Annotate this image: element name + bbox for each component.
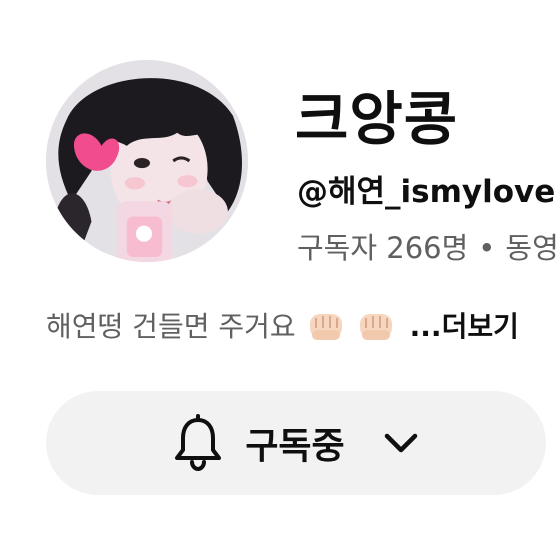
more-link[interactable]: ...더보기: [410, 305, 519, 345]
subscriber-count: 구독자 266명: [297, 231, 469, 265]
channel-handle: @해연_ismylove: [297, 174, 556, 210]
bell-icon: [171, 414, 225, 472]
channel-header: 크앙콩 @해연_ismylove 구독자 266명 • 동영 해연떵 건들면 주거요…: [0, 0, 560, 560]
channel-stats: 구독자 266명 • 동영: [297, 225, 559, 267]
subscribed-button[interactable]: 구독중: [46, 391, 546, 495]
fist-emoji-icon: [306, 308, 346, 342]
avatar[interactable]: [46, 60, 248, 262]
channel-name: 크앙콩: [295, 85, 459, 153]
avatar-photo: [46, 60, 248, 262]
stats-separator: •: [478, 231, 496, 265]
channel-description[interactable]: 해연떵 건들면 주거요 ...더보기: [46, 305, 519, 345]
description-text: 해연떵 건들면 주거요: [46, 310, 296, 343]
fist-emoji-icon: [356, 308, 396, 342]
chevron-down-icon: [381, 428, 421, 458]
subscribed-label: 구독중: [245, 426, 345, 467]
video-count: 동영: [505, 231, 559, 265]
